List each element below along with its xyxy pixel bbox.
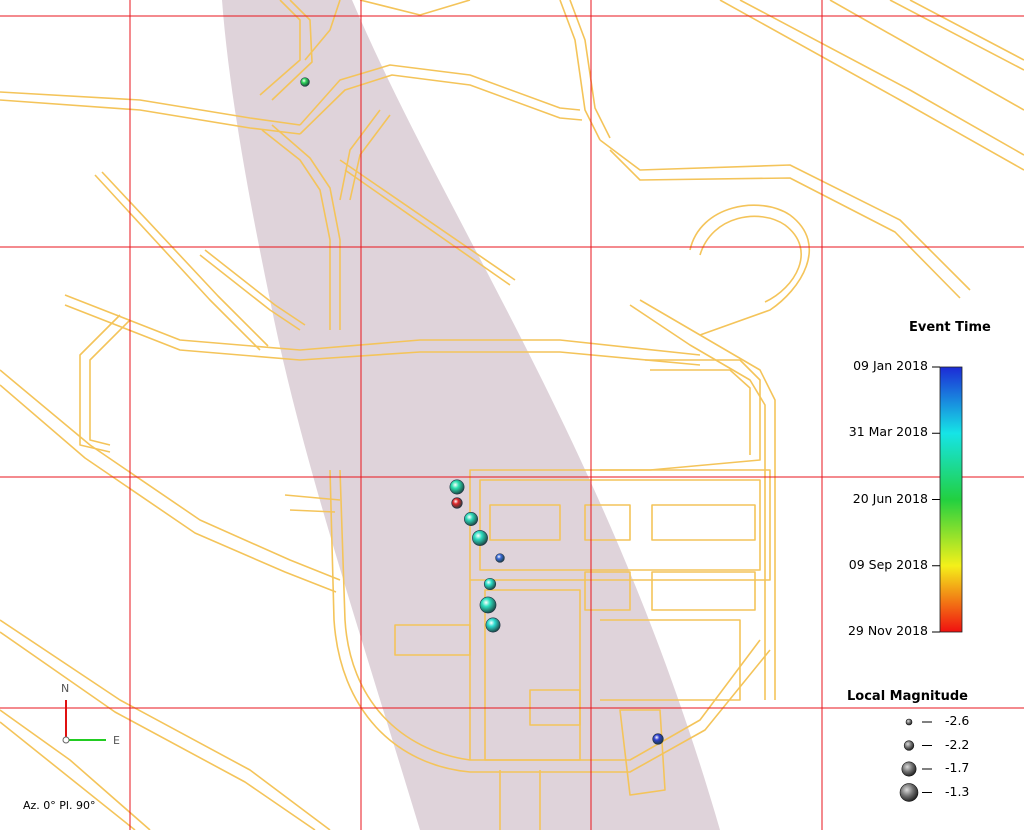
axes-origin	[62, 736, 70, 744]
event-time-colorbar	[939, 366, 963, 633]
seismic-event-marker[interactable]	[652, 733, 664, 745]
magnitude-legend-symbols	[899, 718, 932, 802]
colorbar-tick-label: 31 Mar 2018	[848, 424, 928, 440]
east-label: E	[113, 734, 120, 747]
magnitude-legend-symbol	[899, 783, 919, 802]
colorbar-tick-label: 09 Sep 2018	[848, 556, 928, 572]
seismic-event-marker[interactable]	[449, 479, 465, 495]
orientation-axes	[62, 700, 106, 744]
magnitude-legend-symbol	[901, 761, 917, 777]
magnitude-legend-title: Local Magnitude	[847, 689, 968, 704]
north-label: N	[61, 682, 70, 695]
magnitude-legend-label: -1.3	[945, 783, 970, 799]
seismic-event-marker[interactable]	[472, 530, 488, 546]
seismic-event-marker[interactable]	[300, 77, 310, 87]
colorbar-ticks	[932, 366, 940, 633]
event-time-title: Event Time	[909, 320, 991, 335]
seismic-event-marker[interactable]	[464, 512, 478, 526]
seismic-event-marker[interactable]	[479, 596, 497, 614]
seismic-event-marker[interactable]	[451, 497, 463, 509]
magnitude-legend-symbol	[905, 718, 913, 726]
seismic-event-marker[interactable]	[485, 617, 501, 633]
seismic-event-marker[interactable]	[483, 577, 497, 591]
magnitude-legend-label: -2.2	[945, 736, 970, 752]
seismic-event-marker[interactable]	[495, 553, 505, 563]
magnitude-legend-symbol	[903, 740, 915, 751]
magnitude-legend-label: -2.6	[945, 713, 970, 728]
magnitude-legend-label: -1.7	[945, 760, 970, 775]
colorbar-tick-label: 20 Jun 2018	[852, 490, 928, 506]
colorbar-tick-label: 29 Nov 2018	[847, 623, 928, 638]
view-orientation-status: Az. 0° Pl. 90°	[23, 799, 96, 812]
colorbar-tick-label: 09 Jan 2018	[853, 358, 928, 373]
map-viewport[interactable]: Event Time 09 Jan 2018 31 Mar 2018 20 Jun …	[0, 0, 1024, 830]
map-canvas[interactable]	[0, 0, 1024, 830]
